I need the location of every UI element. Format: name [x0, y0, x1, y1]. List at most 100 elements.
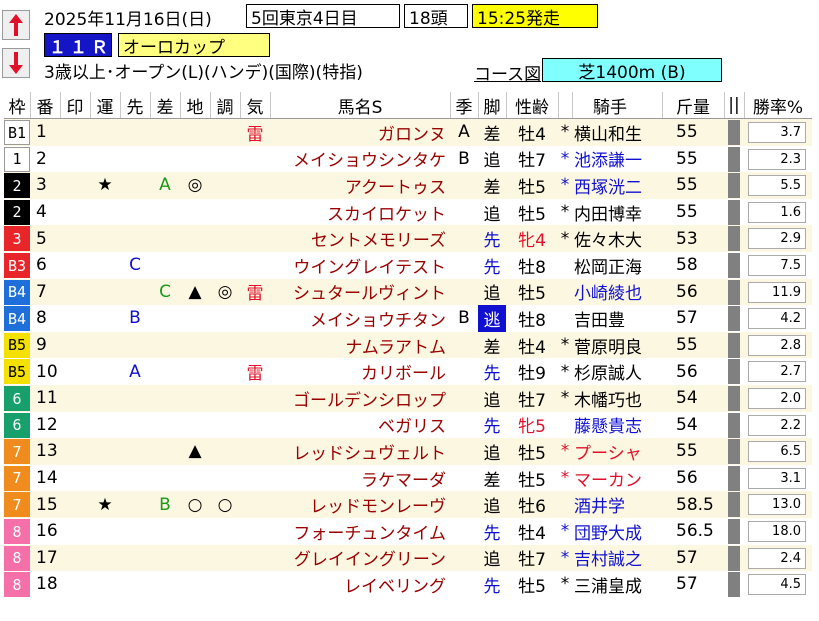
horse-name[interactable]: ナムラアトム: [270, 332, 450, 359]
waku-badge: 8: [4, 572, 30, 598]
weight-carried: 53: [676, 228, 698, 249]
horse-number: 1: [36, 122, 47, 143]
jockey-change-mark: [558, 305, 572, 332]
sex-age: 牡5: [518, 177, 546, 198]
mark-un: [90, 279, 120, 306]
jockey-name: 池添謙一: [574, 151, 642, 172]
running-style: 先: [483, 417, 501, 438]
table-row[interactable]: 6 12 ベガリス 先牝5 藤懸貴志 54 2.2: [4, 411, 812, 439]
col-header-jockey[interactable]: 騎手: [558, 92, 662, 118]
horse-name[interactable]: メイショウシンタケ: [270, 146, 450, 173]
waku-badge: B4: [4, 279, 30, 305]
horse-name[interactable]: アクートゥス: [270, 172, 450, 199]
horse-name[interactable]: ガロンヌ: [270, 119, 450, 146]
col-header-kisetsu[interactable]: 季: [450, 92, 478, 118]
horse-name[interactable]: メイショウチタン: [270, 305, 450, 332]
course-map-link[interactable]: コース図: [474, 60, 541, 85]
bar-marker: [728, 465, 740, 491]
mark-ki: 雷: [246, 284, 264, 305]
running-style: 差: [483, 177, 501, 198]
table-row[interactable]: 2 3 ★ A ◎ アクートゥス 差牡5 * 西塚洸二 55 5.5: [4, 172, 812, 199]
table-row[interactable]: B5 9 ナムラアトム 差牡4 * 菅原明良 55 2.8: [4, 331, 812, 359]
jockey-name: 団野大成: [574, 523, 642, 544]
col-header-un[interactable]: 運: [90, 92, 120, 118]
col-header-shirushi[interactable]: 印: [60, 92, 90, 118]
heads-box: 18頭: [404, 4, 468, 29]
table-row[interactable]: 8 18 レイベリング 先牡5 * 三浦皇成 57 4.5: [4, 571, 812, 598]
table-row[interactable]: 8 16 フォーチュンタイム 先牡4 * 団野大成 56.5 18.0: [4, 518, 812, 545]
horse-name[interactable]: ラケマーダ: [270, 465, 450, 492]
table-row[interactable]: 6 11 ゴールデンシロップ 追牡7 * 木幡巧也 54 2.0: [4, 385, 812, 412]
horse-name[interactable]: フォーチュンタイム: [270, 518, 450, 545]
horse-name[interactable]: シュタールヴィント: [270, 279, 450, 306]
horse-name[interactable]: ゴールデンシロップ: [270, 385, 450, 412]
col-header-sashi[interactable]: 差: [150, 92, 180, 118]
horse-name[interactable]: グレイイングリーン: [270, 545, 450, 572]
col-header-kinryo[interactable]: 斤量: [662, 92, 724, 118]
col-header-odds[interactable]: 勝率%: [744, 92, 812, 118]
mark-ji: [180, 199, 210, 226]
table-row[interactable]: B1 1 雷ガロンヌ A 差牡4 * 横山和生 55 3.7: [4, 119, 812, 146]
jockey-change-mark: *: [560, 521, 570, 542]
table-row[interactable]: 1 2 メイショウシンタケ B 追牡7 * 池添謙一 55 2.3: [4, 145, 812, 173]
table-row[interactable]: B4 8 B メイショウチタン B 逃牡8 吉田豊 57 4.2: [4, 305, 812, 332]
col-header-name[interactable]: 馬名S: [270, 92, 450, 118]
season-mark: [450, 465, 478, 492]
bar-marker: [728, 146, 740, 172]
table-row[interactable]: B4 7 C ▲ ◎ 雷シュタールヴィント 追牡5 小崎綾也 56 11.9: [4, 278, 812, 306]
col-header-ki[interactable]: 気: [240, 92, 270, 118]
mark-saki: [120, 172, 150, 199]
next-race-button[interactable]: [2, 48, 30, 78]
table-row[interactable]: 3 5 セントメモリーズ 先牝4 * 佐々木大 53 2.9: [4, 225, 812, 252]
horse-number: 14: [36, 468, 58, 489]
mark-ji: ○: [187, 494, 203, 515]
table-row[interactable]: B3 6 C ウイングレイテスト 先牡8 松岡正海 58 7.5: [4, 252, 812, 279]
weight-carried: 54: [676, 414, 698, 435]
mark-shirushi: [60, 119, 90, 146]
race-name: オーロカップ: [118, 33, 270, 58]
season-mark: [450, 358, 478, 385]
table-row[interactable]: 8 17 グレイイングリーン 追牡7 * 吉村誠之 57 2.4: [4, 544, 812, 572]
table-row[interactable]: 2 4 スカイロケット 追牡5 * 内田博幸 55 1.6: [4, 198, 812, 226]
course-box: 芝1400m (B): [542, 58, 722, 83]
horse-name[interactable]: レイベリング: [270, 571, 450, 598]
horse-number: 5: [36, 228, 47, 249]
horse-name[interactable]: セントメモリーズ: [270, 225, 450, 252]
table-row[interactable]: B5 10 A 雷カリボール 先牡9 * 杉原誠人 56 2.7: [4, 358, 812, 385]
table-row[interactable]: 7 15 ★ B ○ ○ レッドモンレーヴ 追牡6 酒井学 58.5 13.0: [4, 491, 812, 518]
prev-race-button[interactable]: [2, 10, 30, 40]
mark-sashi: [150, 146, 180, 173]
col-header-saki[interactable]: 先: [120, 92, 150, 118]
col-header-cho[interactable]: 調: [210, 92, 240, 118]
running-style: 先: [483, 231, 501, 252]
mark-shirushi: [60, 412, 90, 439]
season-mark: [450, 412, 478, 439]
running-style: 先: [483, 523, 501, 544]
season-mark: [450, 438, 478, 465]
horse-name[interactable]: レッドモンレーヴ: [270, 491, 450, 518]
col-header-num[interactable]: 番: [30, 92, 60, 118]
horse-name[interactable]: レッドシュヴェルト: [270, 438, 450, 465]
col-header-bar[interactable]: ||: [724, 92, 744, 118]
table-row[interactable]: 7 14 ラケマーダ 差牡5 * マーカン 56 3.1: [4, 464, 812, 492]
horse-number: 4: [36, 202, 47, 223]
horse-name[interactable]: ベガリス: [270, 412, 450, 439]
win-rate-cell: 2.3: [748, 148, 806, 170]
col-header-waku[interactable]: 枠: [4, 92, 30, 118]
weight-carried: 55: [676, 202, 698, 223]
sex-age: 牡5: [518, 443, 546, 464]
bar-marker: [728, 332, 740, 358]
horse-name[interactable]: ウイングレイテスト: [270, 252, 450, 279]
jockey-change-mark: *: [560, 468, 570, 489]
mark-ki: 雷: [246, 364, 264, 385]
horse-name[interactable]: スカイロケット: [270, 199, 450, 226]
col-header-kyaku[interactable]: 脚: [478, 92, 506, 118]
waku-badge: 6: [4, 412, 30, 438]
col-header-seirei[interactable]: 性齢: [506, 92, 558, 118]
col-header-ji[interactable]: 地: [180, 92, 210, 118]
jockey-change-mark: [558, 491, 572, 518]
mark-ki: [240, 545, 270, 572]
table-row[interactable]: 7 13 ▲ レッドシュヴェルト 追牡5 * プーシャ 55 6.5: [4, 438, 812, 465]
sex-age: 牡7: [518, 151, 546, 172]
horse-name[interactable]: カリボール: [270, 358, 450, 385]
